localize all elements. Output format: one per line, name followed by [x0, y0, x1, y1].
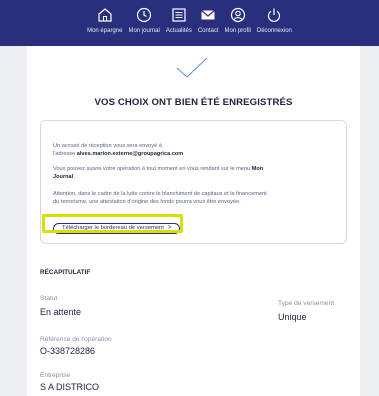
reference-label: Référence de l'opération	[40, 336, 112, 343]
nav-item-actualites[interactable]: Actualités	[166, 6, 192, 34]
type-versement-label: Type de versement	[278, 300, 335, 307]
info-box: Un accusé de réception vous sera envoyé …	[40, 120, 347, 244]
journal-notice-end: Journal.	[53, 174, 75, 180]
nav-label: Actualités	[165, 28, 192, 34]
nav-label: Mon profil	[224, 28, 251, 34]
top-navigation-bar: Mon épargne Mon journal Actualités Conta…	[0, 0, 379, 46]
statut-value: En attente	[40, 307, 82, 317]
check-icon	[176, 57, 208, 78]
type-versement-value: Unique	[278, 312, 307, 322]
news-icon	[172, 8, 186, 22]
nav-label: Contact	[197, 28, 219, 34]
home-icon	[98, 8, 112, 22]
power-icon	[268, 8, 281, 22]
nav-label: Déconnexion	[256, 28, 292, 34]
nav-label: Mon épargne	[87, 28, 123, 34]
confirmation-title: VOS CHOIX ONT BIEN ÉTÉ ENREGISTRÉS	[94, 97, 293, 108]
email-address: alves.marion.externe@groupagrica.com	[76, 151, 184, 157]
journal-notice: Vous pouvez suivre votre opération à tou…	[53, 166, 264, 172]
entreprise-label: Entreprise	[40, 372, 71, 379]
nav-item-mon-journal[interactable]: Mon journal	[128, 6, 160, 34]
aml-warning-end: du terrorisme, une attestation d'origine…	[53, 199, 241, 205]
nav-item-mon-profil[interactable]: Mon profil	[225, 6, 251, 34]
statut-label: Statut	[40, 295, 58, 302]
download-label: Télécharger le bordereau de versement	[62, 225, 164, 231]
entreprise-value: S A DISTRICO	[40, 382, 100, 392]
envelope-icon	[201, 10, 216, 20]
nav-item-deconnexion[interactable]: Déconnexion	[257, 6, 292, 34]
recap-title: RÉCAPITULATIF	[40, 269, 91, 276]
nav-item-contact[interactable]: Contact	[198, 6, 219, 34]
nav-item-mon-epargne[interactable]: Mon épargne	[87, 6, 122, 34]
aml-warning: Attention, dans le cadre de la lutte con…	[53, 191, 267, 197]
clock-icon	[137, 7, 152, 23]
confirmation-page: VOS CHOIX ONT BIEN ÉTÉ ENREGISTRÉS Un ac…	[27, 46, 360, 396]
chevron-right-icon: >	[167, 225, 172, 231]
reference-value: O-338728286	[40, 346, 96, 356]
nav-label: Mon journal	[128, 28, 160, 34]
receipt-email-line: l'adresse alves.marion.externe@groupagri…	[53, 151, 184, 157]
receipt-notice: Un accusé de réception vous sera envoyé …	[53, 143, 162, 149]
download-bordereau-button[interactable]: Télécharger le bordereau de versement >	[53, 223, 181, 234]
user-icon	[230, 7, 245, 23]
